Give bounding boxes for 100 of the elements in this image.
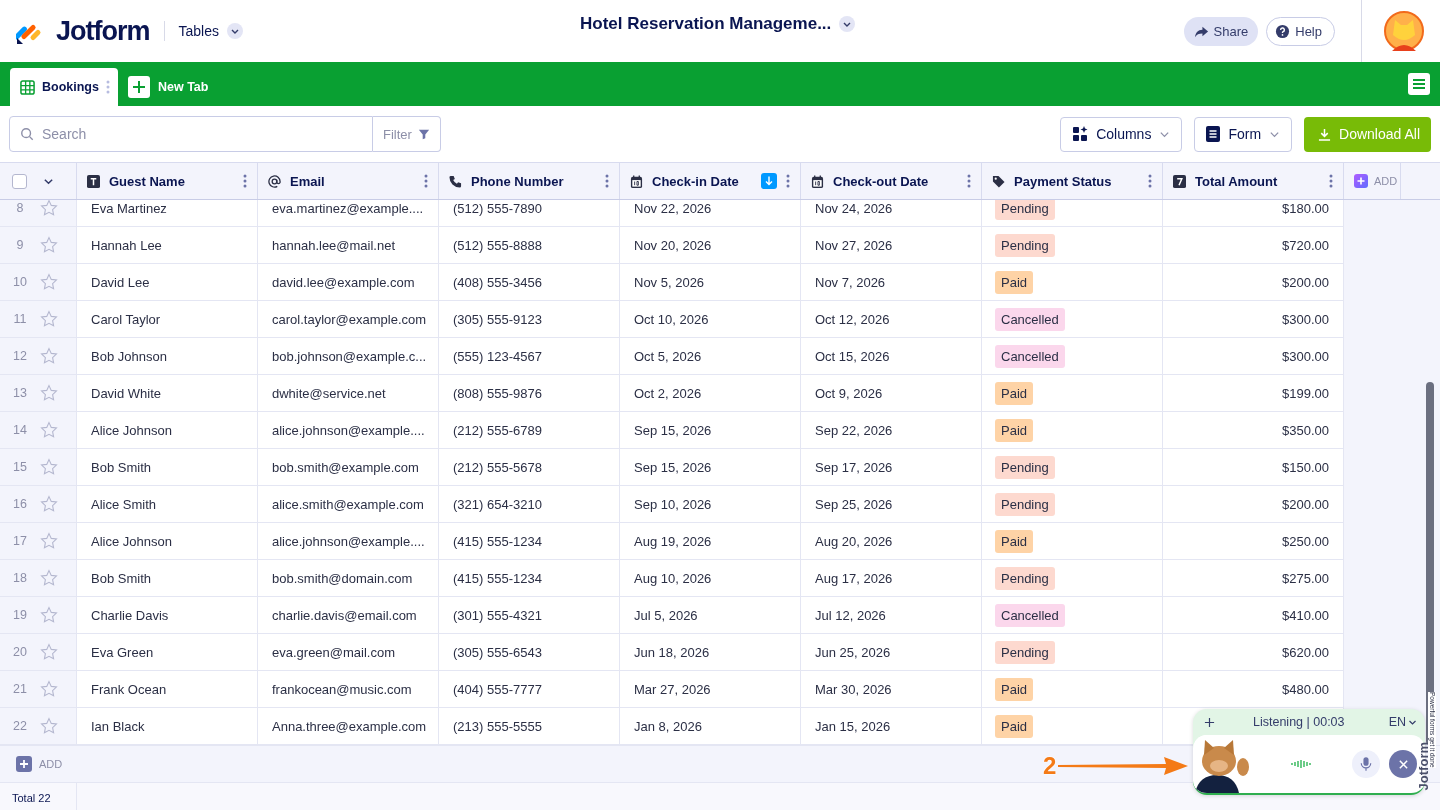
table-cell: $300.00 [1282, 311, 1329, 327]
table-cell: David Lee [91, 274, 150, 290]
table-cell: $200.00 [1282, 274, 1329, 290]
column-menu-icon[interactable] [1148, 174, 1152, 188]
status-tag: Paid [995, 381, 1034, 405]
star-icon[interactable] [40, 680, 58, 698]
status-tag: Pending [995, 566, 1055, 590]
table-cell: $199.00 [1282, 385, 1329, 401]
table-cell: (808) 555-9876 [453, 385, 542, 401]
star-icon[interactable] [40, 310, 58, 328]
audio-wave-icon [1291, 760, 1311, 768]
brand-name: Jotform [56, 15, 150, 47]
table-cell: Aug 10, 2026 [634, 570, 712, 586]
columns-button[interactable]: Columns [1060, 116, 1183, 152]
table-cell: (305) 555-9123 [453, 311, 542, 327]
column-menu-icon[interactable] [605, 174, 609, 188]
table-cell: Sep 10, 2026 [634, 496, 712, 512]
column-menu-icon[interactable] [243, 174, 247, 188]
column-header[interactable]: Payment Status [1014, 173, 1112, 189]
star-icon[interactable] [40, 273, 58, 291]
tables-menu[interactable]: Tables [178, 23, 219, 39]
star-icon[interactable] [40, 495, 58, 513]
row-number: 14 [12, 423, 28, 437]
kebab-menu-icon[interactable] [105, 80, 110, 94]
document-title[interactable]: Hotel Reservation Manageme... [580, 14, 832, 34]
table-cell: Bob Johnson [91, 348, 167, 364]
star-icon[interactable] [40, 643, 58, 661]
plus-icon[interactable] [1204, 716, 1215, 728]
star-icon[interactable] [40, 384, 58, 402]
star-icon[interactable] [40, 532, 58, 550]
column-menu-icon[interactable] [967, 174, 971, 188]
table-cell: Sep 15, 2026 [634, 459, 712, 475]
columns-icon [1072, 126, 1089, 142]
download-icon [1318, 127, 1332, 141]
bookings-tab[interactable]: Bookings [10, 68, 118, 106]
table-cell: Jan 8, 2026 [634, 718, 702, 734]
column-header[interactable]: Check-out Date [833, 173, 929, 189]
star-icon[interactable] [40, 569, 58, 587]
calendar-icon [630, 174, 643, 188]
table-cell: $200.00 [1282, 496, 1329, 512]
table-cell: Bob Smith [91, 570, 151, 586]
share-button[interactable]: Share [1183, 16, 1259, 46]
column-menu-icon[interactable] [786, 174, 790, 188]
table-cell: Mar 27, 2026 [634, 681, 711, 697]
star-icon[interactable] [40, 717, 58, 735]
table-cell: Aug 17, 2026 [815, 570, 893, 586]
status-tag: Cancelled [995, 344, 1065, 368]
table-cell: (408) 555-3456 [453, 274, 542, 290]
status-tag: Cancelled [995, 603, 1065, 627]
table-cell: Aug 19, 2026 [634, 533, 712, 549]
star-icon[interactable] [40, 421, 58, 439]
table-cell: bob.smith@domain.com [272, 570, 413, 586]
text-type-icon [87, 174, 100, 188]
chevron-down-icon[interactable] [839, 16, 856, 32]
column-header[interactable]: Check-in Date [652, 173, 739, 189]
plus-icon [127, 76, 150, 98]
column-header[interactable]: Total Amount [1195, 173, 1278, 189]
form-button[interactable]: Form [1194, 116, 1293, 152]
table-cell: $300.00 [1282, 348, 1329, 364]
table-cell: Ian Black [91, 718, 145, 734]
table-cell: (305) 555-6543 [453, 644, 542, 660]
table-cell: Alice Smith [91, 496, 157, 512]
star-icon[interactable] [40, 347, 58, 365]
status-tag: Paid [995, 270, 1034, 294]
language-dropdown[interactable]: EN [1388, 715, 1417, 729]
table-cell: $620.00 [1282, 644, 1329, 660]
column-menu-icon[interactable] [1329, 174, 1333, 188]
close-button[interactable] [1389, 750, 1417, 778]
column-header[interactable]: Phone Number [471, 173, 564, 189]
avatar-icon[interactable] [1384, 11, 1424, 51]
table-cell: alice.johnson@example.... [272, 422, 425, 438]
status-tag: Paid [995, 714, 1034, 738]
table-cell: Sep 17, 2026 [815, 459, 893, 475]
chevron-down-icon[interactable] [226, 23, 243, 39]
microphone-button[interactable] [1352, 750, 1380, 778]
menu-icon[interactable] [1408, 73, 1430, 95]
table-cell: Carol Taylor [91, 311, 161, 327]
row-number: 10 [12, 275, 28, 289]
table-grid-icon [20, 79, 35, 95]
search-field[interactable]: Search [9, 116, 373, 152]
column-menu-icon[interactable] [424, 174, 428, 188]
table-cell: (415) 555-1234 [453, 533, 542, 549]
table-cell: Nov 7, 2026 [815, 274, 886, 290]
sort-descending-icon[interactable] [761, 173, 777, 189]
tag-icon [992, 174, 1005, 188]
table-cell: $350.00 [1282, 422, 1329, 438]
star-icon[interactable] [40, 200, 58, 217]
column-header[interactable]: Guest Name [109, 173, 185, 189]
table-cell: Jun 18, 2026 [634, 644, 710, 660]
star-icon[interactable] [40, 236, 58, 254]
table-cell: frankocean@music.com [272, 681, 412, 697]
status-tag: Paid [995, 529, 1034, 553]
star-icon[interactable] [40, 606, 58, 624]
star-icon[interactable] [40, 458, 58, 476]
table-cell: (213) 555-5555 [453, 718, 542, 734]
select-all-checkbox[interactable] [12, 173, 27, 189]
table-cell: $410.00 [1282, 607, 1329, 623]
microphone-icon [1360, 756, 1372, 772]
column-header[interactable]: Email [290, 173, 325, 189]
help-button[interactable]: Help [1266, 16, 1335, 46]
